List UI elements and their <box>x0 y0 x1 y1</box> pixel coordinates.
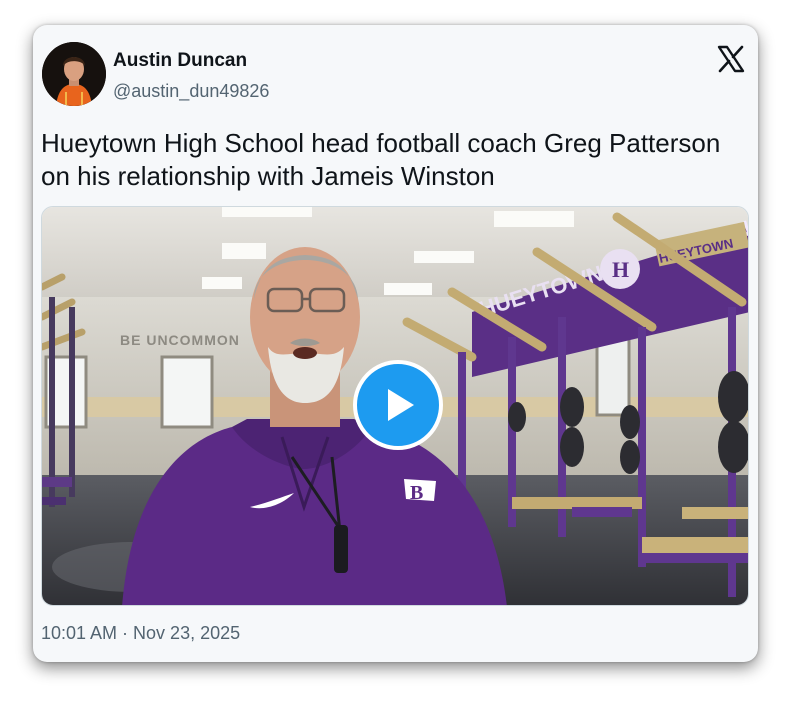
author-handle[interactable]: @austin_dun49826 <box>113 81 269 102</box>
wall-slogan: BE UNCOMMON <box>120 332 240 348</box>
post-text: Hueytown High School head football coach… <box>41 128 721 191</box>
author-name[interactable]: Austin Duncan <box>113 50 247 72</box>
avatar-image <box>42 42 106 106</box>
x-logo-icon[interactable] <box>716 44 746 74</box>
play-icon <box>388 389 414 421</box>
play-button[interactable] <box>353 360 443 450</box>
video-player[interactable]: BE UNCOMMON HUEYTOWN GOLDEN H HUEYTOWN <box>41 206 749 606</box>
author-avatar[interactable] <box>42 42 106 106</box>
svg-text:H: H <box>612 257 629 282</box>
svg-text:B: B <box>410 482 423 504</box>
post-card: Austin Duncan @austin_dun49826 Hueytown … <box>33 25 758 662</box>
post-timestamp[interactable]: 10:01 AM · Nov 23, 2025 <box>41 623 240 644</box>
